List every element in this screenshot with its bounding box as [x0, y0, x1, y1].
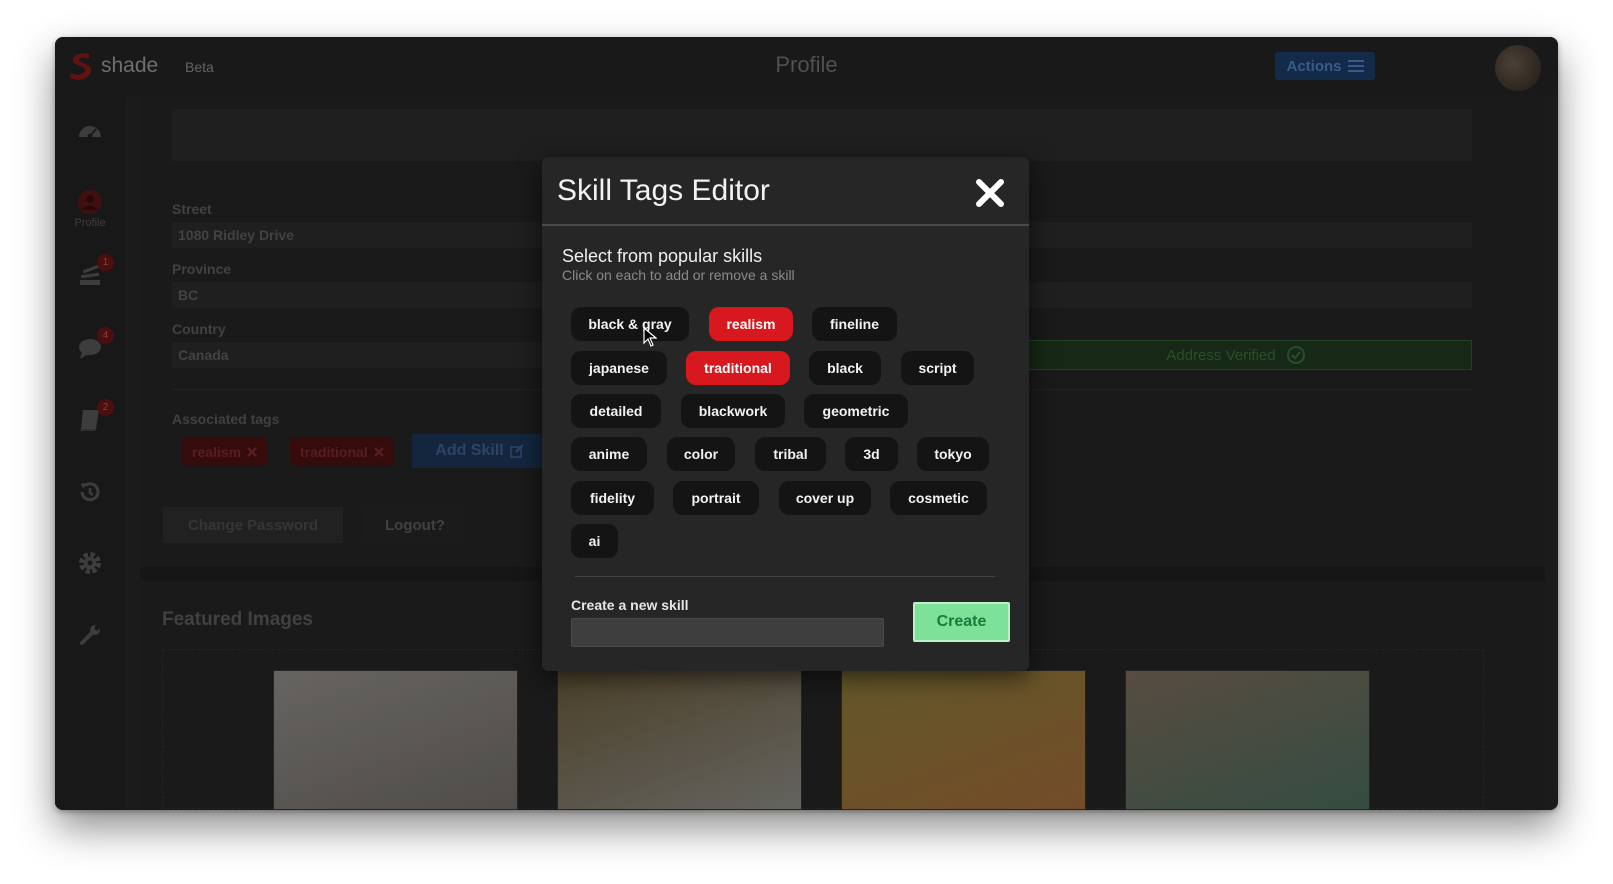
skill-chip-black[interactable]: black	[809, 351, 881, 385]
skill-chip-blackwork[interactable]: blackwork	[681, 394, 785, 428]
skill-chip-3d[interactable]: 3d	[845, 437, 898, 471]
select-skills-subtitle: Click on each to add or remove a skill	[562, 267, 795, 283]
app-window: shade Beta Profile Actions Profile 1 4 2	[55, 37, 1558, 810]
select-skills-title: Select from popular skills	[562, 246, 763, 266]
skill-chip-traditional[interactable]: traditional	[686, 351, 790, 385]
new-skill-label: Create a new skill	[571, 597, 689, 613]
skill-chip-anime[interactable]: anime	[571, 437, 647, 471]
new-skill-input[interactable]	[571, 618, 884, 647]
skill-chip-cosmetic[interactable]: cosmetic	[890, 481, 987, 515]
skill-chip-detailed[interactable]: detailed	[571, 394, 661, 428]
skill-chip-japanese[interactable]: japanese	[571, 351, 667, 385]
skill-chip-realism[interactable]: realism	[709, 307, 793, 341]
modal-title: Skill Tags Editor	[557, 174, 770, 207]
skill-chip-ai[interactable]: ai	[571, 524, 618, 558]
skill-chip-black-gray[interactable]: black & gray	[571, 307, 689, 341]
skill-chip-color[interactable]: color	[667, 437, 735, 471]
skill-chip-tribal[interactable]: tribal	[755, 437, 826, 471]
create-skill-button[interactable]: Create	[913, 602, 1010, 642]
mouse-cursor-icon	[643, 327, 657, 347]
modal-inner-divider	[575, 576, 995, 577]
skill-chip-tokyo[interactable]: tokyo	[917, 437, 989, 471]
modal-divider	[542, 224, 1029, 226]
skill-chip-fidelity[interactable]: fidelity	[571, 481, 654, 515]
close-icon[interactable]	[972, 175, 1008, 211]
skill-chip-cover-up[interactable]: cover up	[779, 481, 871, 515]
skill-tags-modal: Skill Tags Editor Select from popular sk…	[542, 157, 1029, 671]
skill-chip-portrait[interactable]: portrait	[673, 481, 759, 515]
skill-chip-script[interactable]: script	[901, 351, 974, 385]
skill-chip-geometric[interactable]: geometric	[804, 394, 908, 428]
skill-chip-fineline[interactable]: fineline	[812, 307, 897, 341]
